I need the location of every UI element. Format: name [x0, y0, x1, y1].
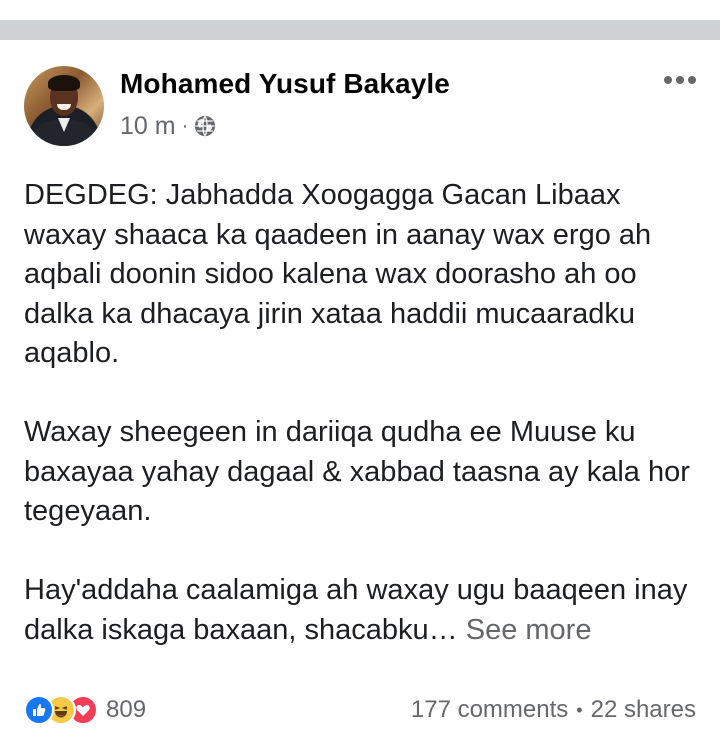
post-footer: 809 177 comments • 22 shares: [24, 692, 696, 728]
reaction-count: 809: [106, 696, 147, 723]
shares-link[interactable]: 22 shares: [591, 696, 696, 724]
author-avatar[interactable]: [24, 66, 104, 146]
more-options-button[interactable]: [664, 74, 696, 86]
post-paragraph: Waxay sheegeen in dariiqa qudha ee Muuse…: [24, 416, 690, 527]
engagement-stats: 177 comments • 22 shares: [411, 696, 696, 724]
post-paragraph: Hay'addaha caalamiga ah waxay ugu baaqee…: [24, 571, 704, 650]
post-timestamp[interactable]: 10 m: [120, 112, 176, 141]
post-meta: 10 m ·: [120, 112, 216, 140]
post-body: DEGDEG: Jabhadda Xoogagga Gacan Libaax w…: [24, 176, 704, 650]
more-dot-icon: [688, 76, 696, 84]
feed-post: Mohamed Yusuf Bakayle 10 m · DEGDEG: Jab…: [0, 40, 720, 753]
globe-icon[interactable]: [194, 115, 216, 137]
top-spacer: [0, 0, 720, 20]
more-dot-icon: [664, 76, 672, 84]
author-name[interactable]: Mohamed Yusuf Bakayle: [120, 68, 450, 100]
see-more-link[interactable]: See more: [466, 614, 592, 646]
meta-separator: ·: [181, 114, 189, 137]
post-paragraph: DEGDEG: Jabhadda Xoogagga Gacan Libaax w…: [24, 179, 652, 369]
stats-separator: •: [576, 699, 583, 720]
comments-link[interactable]: 177 comments: [411, 696, 568, 724]
reaction-summary[interactable]: 809: [24, 695, 146, 725]
like-icon: [24, 695, 54, 725]
avatar-hair: [48, 75, 80, 91]
more-dot-icon: [676, 76, 684, 84]
feed-separator: [0, 20, 720, 40]
